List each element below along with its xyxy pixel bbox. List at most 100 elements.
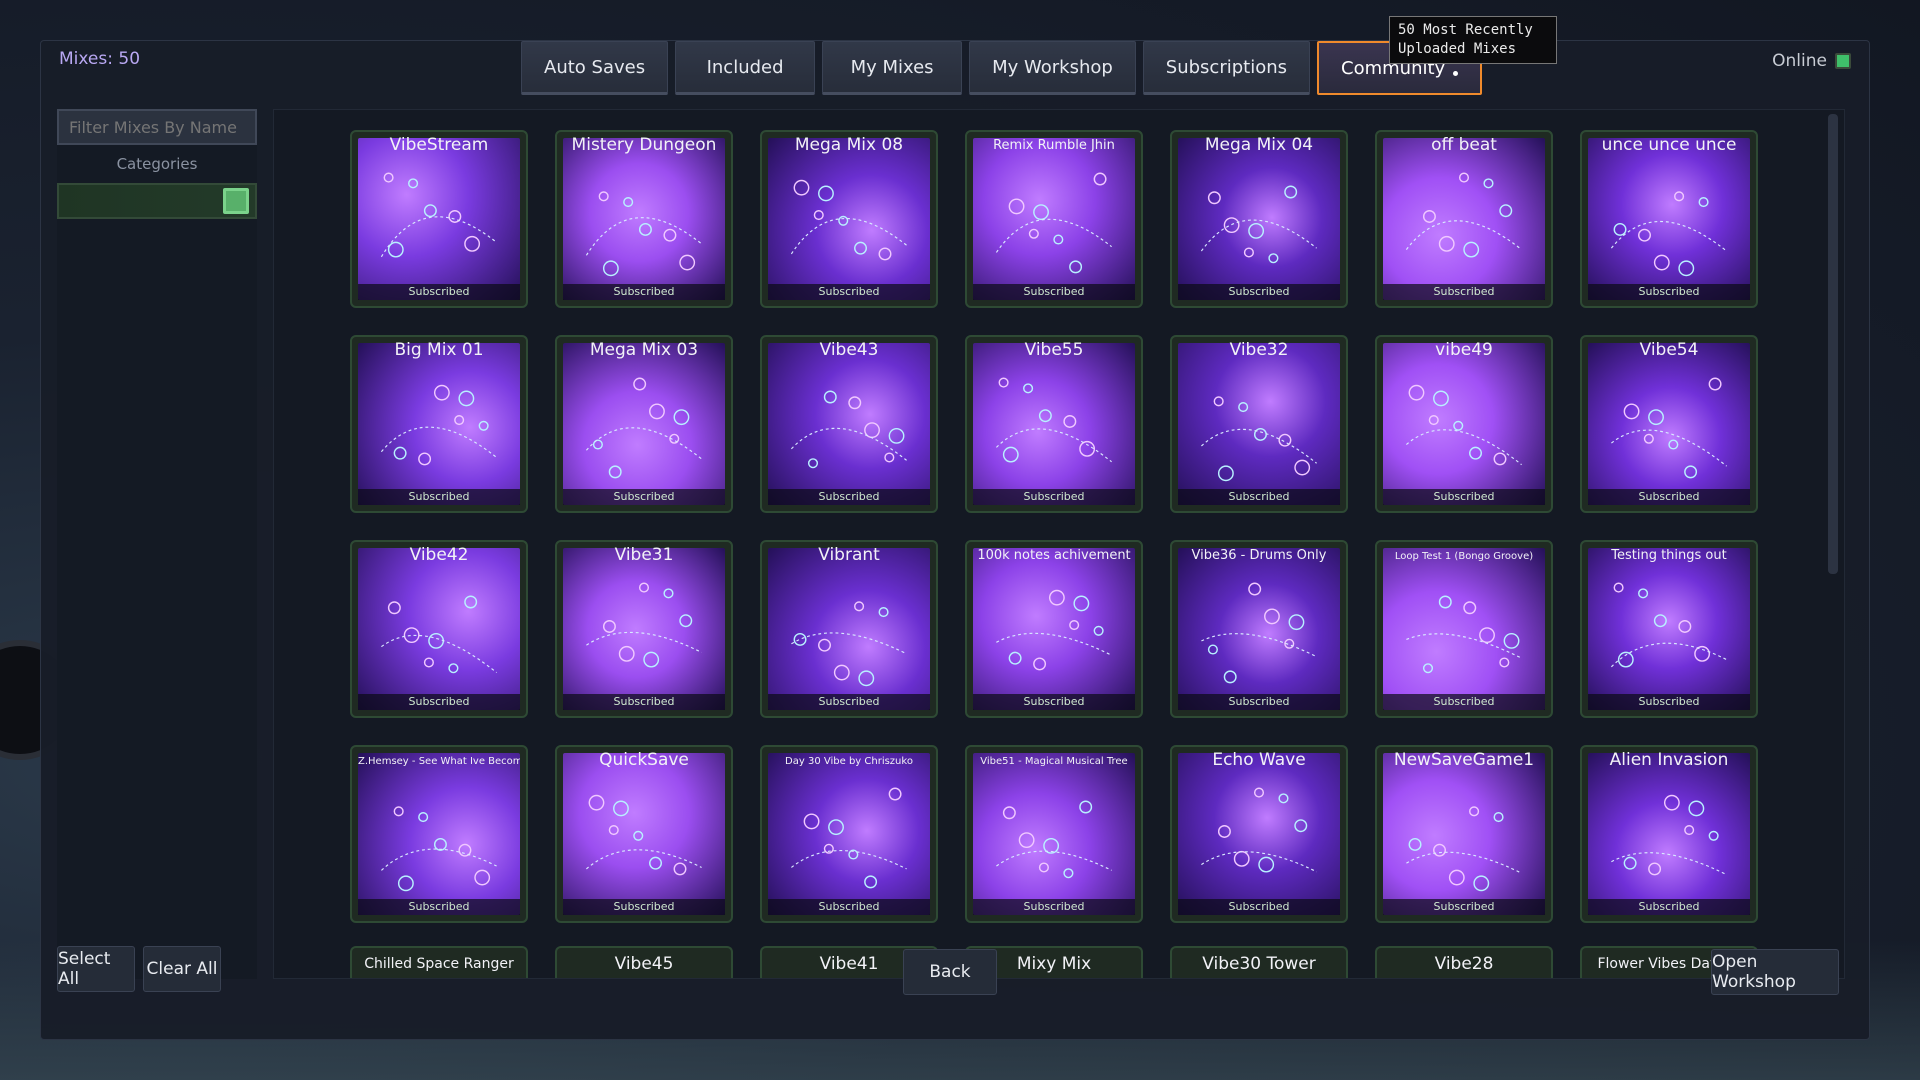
mix-card[interactable]: VibeStream Subscribed xyxy=(350,130,528,308)
mix-card[interactable]: QuickSave Subscribed xyxy=(555,745,733,923)
mix-node-shape xyxy=(602,260,619,277)
mix-card[interactable]: Mistery Dungeon Subscribed xyxy=(555,130,733,308)
mix-card[interactable]: off beat Subscribed xyxy=(1375,130,1553,308)
mix-node-shape xyxy=(1048,589,1065,606)
mix-title: Z.Hemsey - See What Ive Become xyxy=(358,756,520,767)
mix-node-shape xyxy=(858,670,875,687)
mix-thumbnail-art xyxy=(1611,794,1727,876)
mix-title: Day 30 Vibe by Chriszuko xyxy=(785,756,913,767)
mix-card[interactable]: Remix Rumble Jhin Subscribed xyxy=(965,130,1143,308)
mix-connection-shape xyxy=(381,634,497,674)
mix-node-shape xyxy=(1663,794,1680,811)
clear-all-button[interactable]: Clear All xyxy=(143,946,221,992)
mix-card[interactable]: Vibe36 - Drums Only Subscribed xyxy=(1170,540,1348,718)
subscribed-badge: Subscribed xyxy=(1588,489,1750,505)
mix-thumbnail xyxy=(1588,138,1750,300)
mix-node-shape xyxy=(1053,234,1064,245)
mix-card[interactable]: Testing things out Subscribed xyxy=(1580,540,1758,718)
mix-node-shape xyxy=(1613,222,1627,236)
mix-card[interactable]: Vibe32 Subscribed xyxy=(1170,335,1348,513)
mix-connection-shape xyxy=(1406,429,1522,466)
filter-mixes-input[interactable] xyxy=(57,109,257,145)
mix-card[interactable]: Z.Hemsey - See What Ive Become Subscribed xyxy=(350,745,528,923)
category-row[interactable] xyxy=(57,183,257,219)
mix-node-shape xyxy=(1613,582,1624,593)
subscribed-badge: Subscribed xyxy=(1383,694,1545,710)
mix-card-partial[interactable]: Vibe45 xyxy=(555,946,733,978)
mix-card[interactable]: Vibe31 Subscribed xyxy=(555,540,733,718)
mix-node-shape xyxy=(393,806,404,817)
mix-node-shape xyxy=(1069,260,1083,274)
mix-card[interactable]: unce unce unce Subscribed xyxy=(1580,130,1758,308)
category-checkbox[interactable] xyxy=(223,188,249,214)
mix-card[interactable]: Day 30 Vibe by Chriszuko Subscribed xyxy=(760,745,938,923)
mix-node-shape xyxy=(1223,217,1240,234)
mix-title: Vibe32 xyxy=(1229,340,1289,360)
tab-my-workshop[interactable]: My Workshop xyxy=(969,41,1136,95)
mix-node-shape xyxy=(818,638,831,652)
mix-node-shape xyxy=(1684,465,1698,479)
mix-thumbnail xyxy=(1178,548,1340,710)
mix-node-shape xyxy=(1002,446,1019,463)
mix-card[interactable]: Vibrant Subscribed xyxy=(760,540,938,718)
back-button[interactable]: Back xyxy=(903,949,997,995)
online-toggle[interactable]: Online xyxy=(1772,51,1851,71)
mix-node-shape xyxy=(1469,806,1480,817)
mix-card[interactable]: Mega Mix 03 Subscribed xyxy=(555,335,733,513)
mix-node-shape xyxy=(464,235,481,252)
mix-card[interactable]: Echo Wave Subscribed xyxy=(1170,745,1348,923)
mix-thumbnail xyxy=(768,548,930,710)
open-workshop-button[interactable]: Open Workshop xyxy=(1711,949,1839,995)
sidebar: Categories xyxy=(57,109,257,979)
mix-card[interactable]: NewSaveGame1 Subscribed xyxy=(1375,745,1553,923)
mix-node-shape xyxy=(1213,396,1224,407)
mix-card[interactable]: 100k notes achivement Subscribed xyxy=(965,540,1143,718)
mix-connection-shape xyxy=(995,218,1112,253)
mix-node-shape xyxy=(649,856,662,870)
mix-card[interactable]: Mega Mix 04 Subscribed xyxy=(1170,130,1348,308)
mix-node-shape xyxy=(1033,657,1047,671)
grid-scrollbar[interactable] xyxy=(1828,114,1838,574)
mix-card[interactable]: Vibe51 - Magical Musical Tree Subscribed xyxy=(965,745,1143,923)
mix-card[interactable]: Vibe55 Subscribed xyxy=(965,335,1143,513)
tab-included[interactable]: Included xyxy=(675,41,816,95)
mix-grid-panel: VibeStream Subscribed Mistery Dungeon Subsc… xyxy=(273,109,1845,979)
tab-auto-saves[interactable]: Auto Saves xyxy=(521,41,669,95)
mix-thumbnail xyxy=(1178,753,1340,915)
mix-card-partial[interactable]: Vibe28 xyxy=(1375,946,1553,978)
mix-title: Mega Mix 03 xyxy=(589,340,699,360)
mix-title: Vibe51 - Magical Musical Tree xyxy=(980,756,1128,767)
mix-card-partial[interactable]: Chilled Space Ranger xyxy=(350,946,528,978)
mix-card[interactable]: Alien Invasion Subscribed xyxy=(1580,745,1758,923)
mix-node-shape xyxy=(403,627,420,644)
mix-card[interactable]: Mega Mix 08 Subscribed xyxy=(760,130,938,308)
mix-node-shape xyxy=(1038,862,1049,873)
mix-node-shape xyxy=(1069,620,1080,631)
mix-thumbnail xyxy=(768,138,930,300)
subscribed-badge: Subscribed xyxy=(973,694,1135,710)
mix-card[interactable]: Big Mix 01 Subscribed xyxy=(350,335,528,513)
mix-node-shape xyxy=(1428,415,1439,426)
mix-card[interactable]: Loop Test 1 (Bongo Groove) Subscribed xyxy=(1375,540,1553,718)
mix-card[interactable]: vibe49 Subscribed xyxy=(1375,335,1553,513)
select-all-button[interactable]: Select All xyxy=(57,946,135,992)
mix-card-partial[interactable]: Vibe30 Tower xyxy=(1170,946,1348,978)
mix-thumbnail-art xyxy=(790,390,907,469)
mix-node-shape xyxy=(888,787,902,801)
tab-my-mixes[interactable]: My Mixes xyxy=(822,41,963,95)
mix-title: Vibe54 xyxy=(1639,340,1699,360)
tab-subscriptions[interactable]: Subscriptions xyxy=(1142,41,1311,95)
mix-node-shape xyxy=(998,377,1009,388)
mix-node-shape xyxy=(608,465,622,479)
mix-card[interactable]: Vibe54 Subscribed xyxy=(1580,335,1758,513)
mix-node-shape xyxy=(1688,800,1705,817)
mix-node-shape xyxy=(613,800,629,817)
mix-node-shape xyxy=(1408,837,1422,851)
mix-node-shape xyxy=(1073,595,1090,612)
mix-thumbnail-art xyxy=(1406,384,1522,466)
tab-tooltip: 50 Most Recently Uploaded Mixes xyxy=(1389,16,1557,64)
mix-card[interactable]: Vibe42 Subscribed xyxy=(350,540,528,718)
mix-node-shape xyxy=(638,582,650,593)
mix-node-shape xyxy=(838,215,849,226)
mix-card[interactable]: Vibe43 Subscribed xyxy=(760,335,938,513)
